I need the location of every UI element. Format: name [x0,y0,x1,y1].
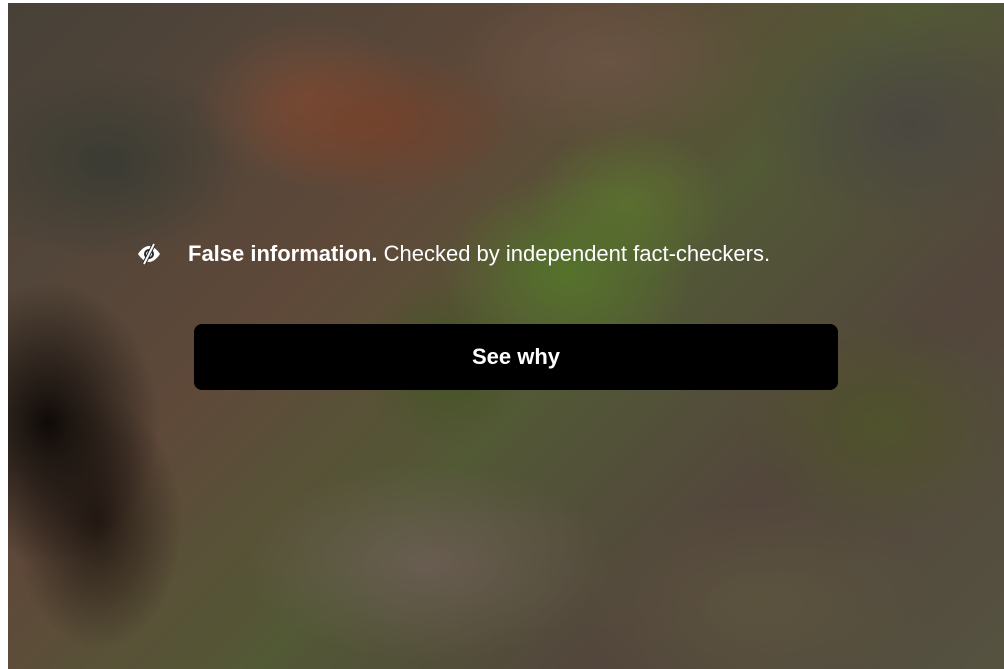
blurred-post-image: False information. Checked by independen… [8,3,1004,669]
false-information-notice: False information. Checked by independen… [136,240,846,390]
notice-text: False information. Checked by independen… [188,240,788,268]
notice-title: False information. [188,241,378,266]
notice-message-row: False information. Checked by independen… [136,240,846,268]
see-why-button[interactable]: See why [194,324,838,390]
notice-description: Checked by independent fact-checkers. [383,241,771,266]
eye-slash-icon [138,243,160,265]
